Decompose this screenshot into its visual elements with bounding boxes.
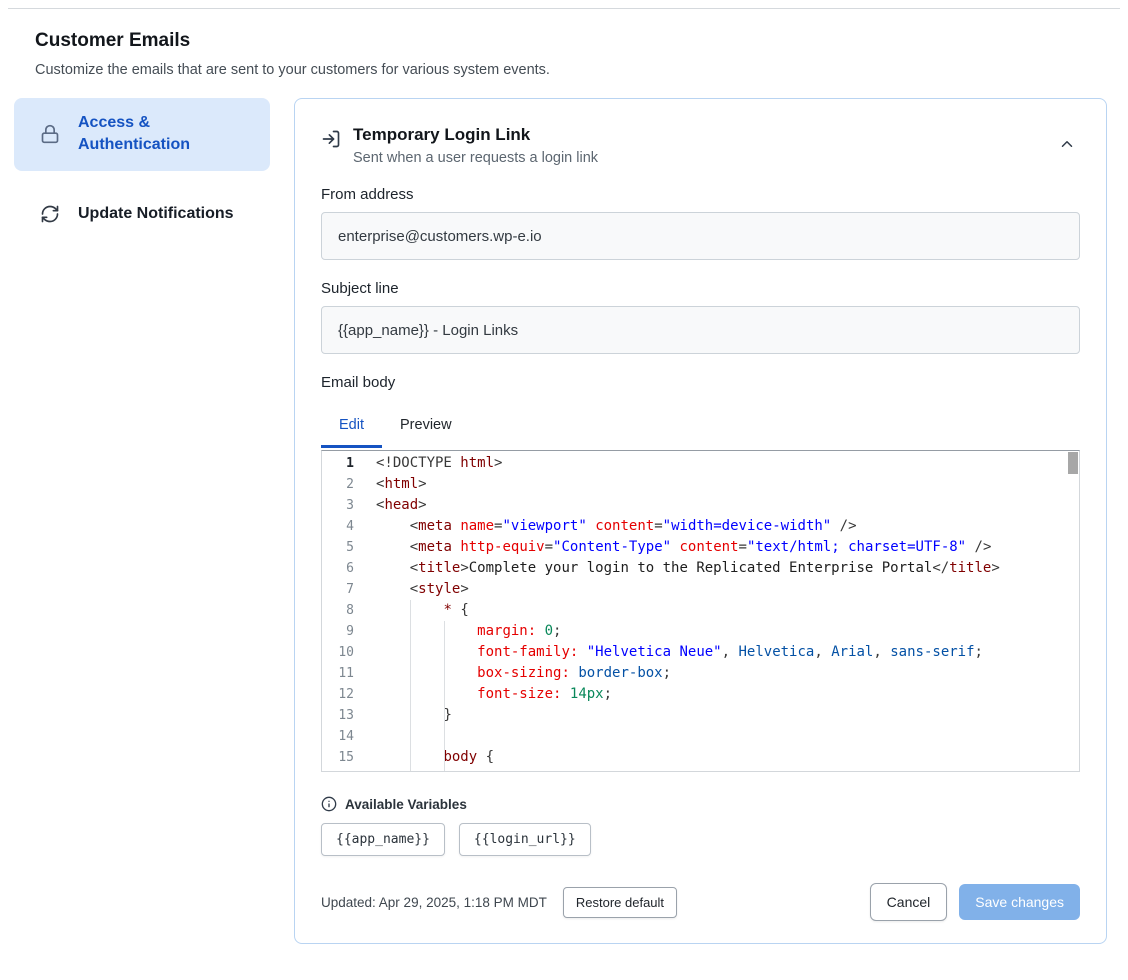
- line-number: 16: [322, 768, 354, 772]
- line-number: 11: [322, 663, 354, 684]
- sidebar-item-update-notifications[interactable]: Update Notifications: [14, 189, 270, 239]
- email-template-panel: Temporary Login Link Sent when a user re…: [294, 98, 1107, 944]
- code-line[interactable]: 13 }: [322, 705, 1079, 726]
- save-changes-button[interactable]: Save changes: [959, 884, 1080, 920]
- code-line[interactable]: 3<head>: [322, 495, 1079, 516]
- code-line[interactable]: 10 font-family: "Helvetica Neue", Helvet…: [322, 642, 1079, 663]
- login-icon: [321, 129, 341, 149]
- code-editor[interactable]: 1<!DOCTYPE html>2<html>3<head>4 <meta na…: [321, 450, 1080, 772]
- code-line[interactable]: 16 background-color: #f8f8f8;: [322, 768, 1079, 772]
- panel-titles: Temporary Login Link Sent when a user re…: [353, 125, 1042, 166]
- sidebar-item-access-authentication[interactable]: Access & Authentication: [14, 98, 270, 171]
- page-title: Customer Emails: [35, 30, 1128, 52]
- subject-line-label: Subject line: [321, 280, 1080, 297]
- restore-default-button[interactable]: Restore default: [563, 887, 677, 918]
- variable-chip-login-url[interactable]: {{login_url}}: [459, 823, 591, 856]
- panel-footer: Updated: Apr 29, 2025, 1:18 PM MDT Resto…: [321, 883, 1080, 921]
- code-lines: 1<!DOCTYPE html>2<html>3<head>4 <meta na…: [322, 453, 1079, 772]
- from-address-label: From address: [321, 186, 1080, 203]
- editor-scrollbar[interactable]: [1068, 452, 1078, 474]
- top-divider: [8, 8, 1120, 9]
- content-area: Access & Authentication Update Notificat…: [14, 98, 1107, 944]
- code-line[interactable]: 15 body {: [322, 747, 1079, 768]
- line-number: 10: [322, 642, 354, 663]
- indent-guide: [410, 600, 411, 771]
- line-number: 13: [322, 705, 354, 726]
- code-line[interactable]: 7 <style>: [322, 579, 1079, 600]
- line-number: 3: [322, 495, 354, 516]
- code-line[interactable]: 8 * {: [322, 600, 1079, 621]
- tab-preview[interactable]: Preview: [382, 405, 470, 448]
- updated-timestamp: Updated: Apr 29, 2025, 1:18 PM MDT: [321, 895, 547, 910]
- code-line[interactable]: 5 <meta http-equiv="Content-Type" conten…: [322, 537, 1079, 558]
- line-number: 4: [322, 516, 354, 537]
- tab-edit[interactable]: Edit: [321, 405, 382, 448]
- lock-icon: [40, 124, 60, 144]
- page-header: Customer Emails Customize the emails tha…: [0, 0, 1128, 78]
- collapse-button[interactable]: [1054, 131, 1080, 160]
- line-number: 9: [322, 621, 354, 642]
- subject-line-input[interactable]: [321, 306, 1080, 354]
- line-number: 6: [322, 558, 354, 579]
- code-line[interactable]: 12 font-size: 14px;: [322, 684, 1079, 705]
- available-variables-label: Available Variables: [345, 797, 467, 812]
- code-line[interactable]: 1<!DOCTYPE html>: [322, 453, 1079, 474]
- line-number: 8: [322, 600, 354, 621]
- cancel-button[interactable]: Cancel: [870, 883, 948, 921]
- code-line[interactable]: 9 margin: 0;: [322, 621, 1079, 642]
- panel-title: Temporary Login Link: [353, 125, 1042, 145]
- page-subtitle: Customize the emails that are sent to yo…: [35, 62, 1128, 78]
- variable-chip-app-name[interactable]: {{app_name}}: [321, 823, 445, 856]
- line-number: 12: [322, 684, 354, 705]
- from-address-input[interactable]: [321, 212, 1080, 260]
- email-body-label: Email body: [321, 374, 1080, 391]
- panel-subtitle: Sent when a user requests a login link: [353, 150, 1042, 166]
- sidebar-item-label: Access & Authentication: [78, 112, 254, 157]
- info-icon: [321, 796, 337, 812]
- line-number: 7: [322, 579, 354, 600]
- code-line[interactable]: 11 box-sizing: border-box;: [322, 663, 1079, 684]
- refresh-icon: [40, 204, 60, 224]
- code-line[interactable]: 6 <title>Complete your login to the Repl…: [322, 558, 1079, 579]
- code-line[interactable]: 4 <meta name="viewport" content="width=d…: [322, 516, 1079, 537]
- sidebar: Access & Authentication Update Notificat…: [14, 98, 270, 239]
- available-variables-header: Available Variables: [321, 796, 1080, 812]
- line-number: 14: [322, 726, 354, 747]
- code-line[interactable]: 2<html>: [322, 474, 1079, 495]
- line-number: 5: [322, 537, 354, 558]
- chevron-up-icon: [1058, 135, 1076, 156]
- sidebar-item-label: Update Notifications: [78, 203, 234, 225]
- line-number: 1: [322, 453, 354, 474]
- indent-guide: [444, 621, 445, 771]
- editor-tabs: Edit Preview: [321, 405, 1080, 448]
- variable-chips: {{app_name}} {{login_url}}: [321, 823, 1080, 856]
- panel-header: Temporary Login Link Sent when a user re…: [321, 125, 1080, 166]
- line-number: 15: [322, 747, 354, 768]
- code-line[interactable]: 14: [322, 726, 1079, 747]
- line-number: 2: [322, 474, 354, 495]
